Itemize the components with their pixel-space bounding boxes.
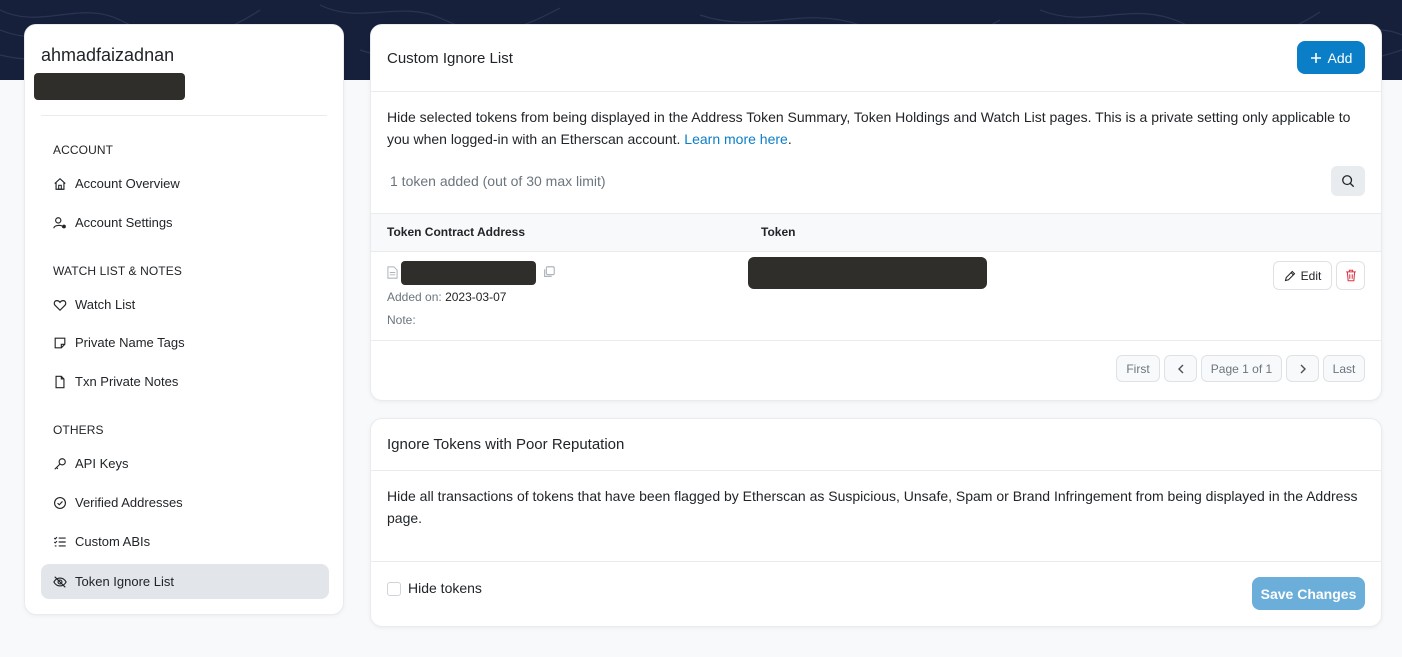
learn-more-link[interactable]: Learn more here [684, 131, 788, 147]
save-changes-button[interactable]: Save Changes [1252, 577, 1365, 610]
account-username: ahmadfaizadnan [41, 45, 175, 65]
card-title: Custom Ignore List [387, 50, 513, 67]
edit-button-label: Edit [1300, 268, 1322, 283]
redacted-contract-address [401, 261, 536, 285]
document-icon [387, 266, 398, 279]
sidebar-item-label: Token Ignore List [75, 574, 175, 589]
sidebar-divider [41, 115, 327, 116]
card-title: Ignore Tokens with Poor Reputation [387, 436, 625, 453]
user-gear-icon [53, 216, 66, 228]
sidebar-item-label: Private Name Tags [75, 335, 185, 350]
check-circle-icon [54, 496, 66, 509]
search-icon [1342, 175, 1355, 188]
trash-icon [1345, 269, 1356, 282]
pagination: First Page 1 of 1 Last [1116, 355, 1365, 382]
card-divider [371, 470, 1381, 471]
account-sidebar: ahmadfaizadnan ACCOUNT Account Overview … [24, 24, 344, 615]
description-text: Hide selected tokens from being displaye… [387, 109, 1351, 147]
hide-tokens-checkbox[interactable] [387, 582, 401, 596]
file-icon [55, 375, 65, 388]
delete-button[interactable] [1336, 261, 1365, 290]
sidebar-item-private-name-tags[interactable]: Private Name Tags [41, 325, 329, 360]
sidebar-item-label: Account Settings [75, 215, 173, 230]
sidebar-item-label: Account Overview [75, 176, 180, 191]
sidebar-item-label: Txn Private Notes [75, 374, 179, 389]
sidebar-item-account-settings[interactable]: Account Settings [41, 205, 329, 240]
pencil-icon [1284, 270, 1295, 281]
sidebar-item-api-keys[interactable]: API Keys [41, 446, 329, 481]
chevron-left-icon [1177, 364, 1183, 373]
hide-tokens-label[interactable]: Hide tokens [408, 580, 482, 596]
sidebar-item-verified-addresses[interactable]: Verified Addresses [41, 485, 329, 520]
section-others: OTHERS [53, 423, 104, 437]
column-header-address: Token Contract Address [387, 225, 526, 239]
sidebar-item-label: Custom ABIs [75, 534, 151, 549]
eye-slash-icon [53, 575, 67, 588]
prev-page-button[interactable] [1164, 355, 1197, 382]
key-icon [54, 457, 66, 470]
sidebar-item-custom-abis[interactable]: Custom ABIs [41, 524, 329, 559]
poor-reputation-card: Ignore Tokens with Poor Reputation Hide … [370, 418, 1382, 627]
heart-icon [53, 299, 67, 311]
table-header: Token Contract Address Token [371, 213, 1381, 252]
home-icon [54, 177, 66, 190]
table-bottom-divider [371, 340, 1381, 341]
custom-ignore-list-card: Custom Ignore List Add Hide selected tok… [370, 24, 1382, 401]
added-on: Added on: 2023-03-07 [387, 290, 506, 304]
section-account: ACCOUNT [53, 143, 114, 157]
poor-reputation-description: Hide all transactions of tokens that hav… [387, 488, 1358, 526]
plus-icon [1310, 52, 1321, 63]
sticky-note-icon [54, 337, 66, 348]
copy-icon[interactable] [542, 265, 556, 279]
first-page-button[interactable]: First [1116, 355, 1160, 382]
last-page-button[interactable]: Last [1323, 355, 1365, 382]
sidebar-item-label: Verified Addresses [75, 495, 183, 510]
sidebar-item-token-ignore-list[interactable]: Token Ignore List [41, 564, 329, 599]
page-indicator: Page 1 of 1 [1201, 355, 1282, 382]
edit-button[interactable]: Edit [1273, 261, 1332, 290]
redacted-token-name [748, 257, 987, 289]
sidebar-item-account-overview[interactable]: Account Overview [41, 166, 329, 201]
added-on-date: 2023-03-07 [445, 290, 507, 304]
card-divider [371, 91, 1381, 92]
token-count: 1 token added (out of 30 max limit) [390, 173, 606, 189]
search-button[interactable] [1331, 166, 1365, 196]
added-on-label: Added on: [387, 290, 442, 304]
ignore-list-description: Hide selected tokens from being displaye… [387, 106, 1365, 150]
add-button-label: Add [1327, 49, 1353, 66]
sidebar-item-txn-private-notes[interactable]: Txn Private Notes [41, 364, 329, 399]
column-header-token: Token [761, 225, 796, 239]
redacted-email [34, 73, 185, 100]
note-label: Note: [387, 313, 416, 327]
add-button[interactable]: Add [1297, 41, 1365, 74]
list-check-icon [53, 536, 66, 547]
sidebar-item-watch-list[interactable]: Watch List [41, 287, 329, 322]
sidebar-item-label: Watch List [75, 297, 136, 312]
sidebar-item-label: API Keys [75, 456, 129, 471]
description-period: . [787, 131, 792, 147]
next-page-button[interactable] [1286, 355, 1319, 382]
section-watch-list: WATCH LIST & NOTES [53, 264, 182, 278]
chevron-right-icon [1300, 364, 1306, 373]
card-footer-divider [371, 561, 1381, 562]
